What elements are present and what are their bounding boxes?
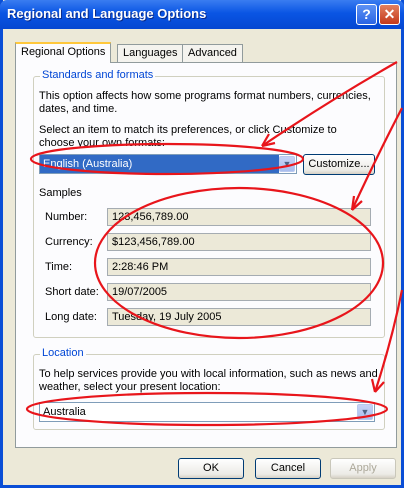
chevron-down-icon[interactable]: ▼ — [279, 156, 295, 172]
sample-label-currency: Currency: — [45, 236, 93, 248]
location-select-value: Australia — [43, 406, 86, 418]
ok-button[interactable]: OK — [178, 458, 244, 479]
title-bar[interactable]: Regional and Language Options ? ✕ — [0, 0, 404, 29]
location-group: Location To help services provide you wi… — [33, 347, 385, 430]
format-select[interactable]: English (Australia) ▼ — [39, 154, 297, 174]
tab-advanced[interactable]: Advanced — [182, 44, 243, 62]
dialog-window: Regional and Language Options ? ✕ Region… — [0, 0, 404, 488]
help-button[interactable]: ? — [356, 4, 377, 25]
location-description: To help services provide you with local … — [39, 368, 378, 393]
format-select-value: English (Australia) — [40, 155, 279, 173]
sample-value-time: 2:28:46 PM — [107, 258, 371, 276]
window-title: Regional and Language Options — [7, 6, 207, 21]
standards-instruction: Select an item to match its preferences,… — [39, 124, 337, 149]
customize-button[interactable]: Customize... — [303, 154, 375, 175]
standards-group: Standards and formats This option affect… — [33, 69, 385, 338]
sample-value-long-date: Tuesday, 19 July 2005 — [107, 308, 371, 326]
tab-languages[interactable]: Languages — [117, 44, 184, 62]
location-select[interactable]: Australia ▼ — [39, 402, 375, 422]
location-group-label: Location — [40, 347, 86, 359]
tab-panel: Standards and formats This option affect… — [15, 62, 397, 448]
close-button[interactable]: ✕ — [379, 4, 400, 25]
chevron-down-icon[interactable]: ▼ — [357, 404, 373, 420]
sample-label-short-date: Short date: — [45, 286, 99, 298]
standards-description: This option affects how some programs fo… — [39, 90, 371, 115]
standards-group-label: Standards and formats — [40, 69, 156, 81]
samples-heading: Samples — [39, 187, 82, 199]
sample-label-time: Time: — [45, 261, 73, 273]
sample-value-currency: $123,456,789.00 — [107, 233, 371, 251]
sample-label-number: Number: — [45, 211, 88, 223]
tab-regional-options[interactable]: Regional Options — [15, 42, 112, 63]
sample-label-long-date: Long date: — [45, 311, 97, 323]
sample-value-number: 123,456,789.00 — [107, 208, 371, 226]
sample-value-short-date: 19/07/2005 — [107, 283, 371, 301]
cancel-button[interactable]: Cancel — [255, 458, 321, 479]
apply-button[interactable]: Apply — [330, 458, 396, 479]
